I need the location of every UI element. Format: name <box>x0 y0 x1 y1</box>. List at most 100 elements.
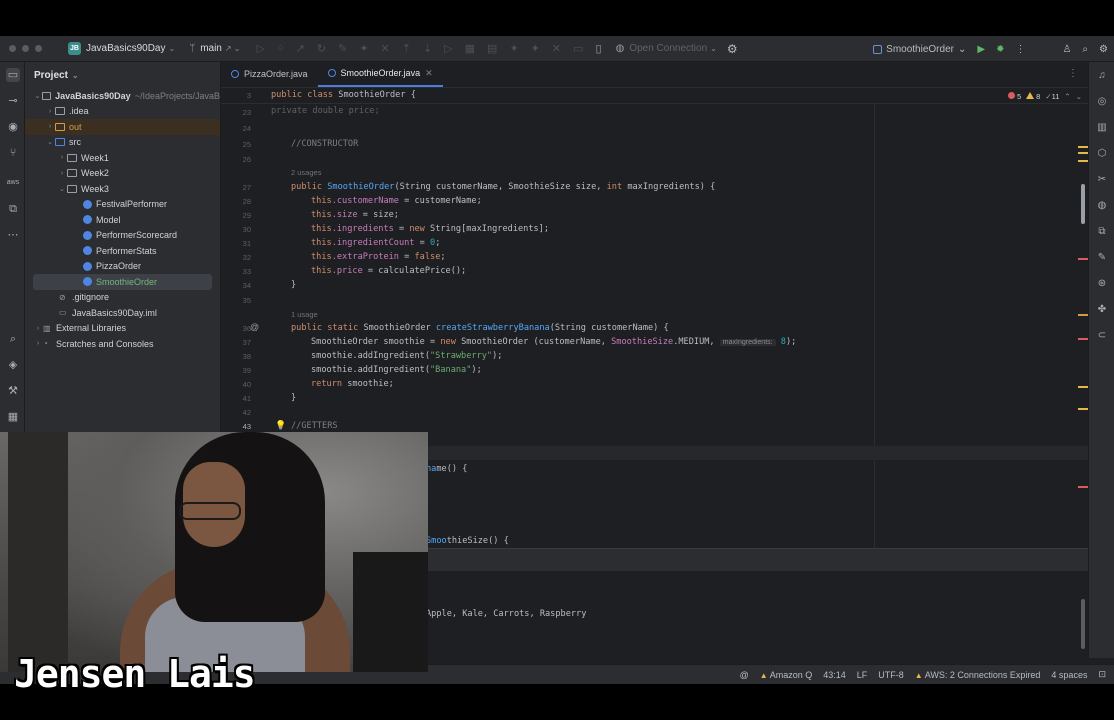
tree-item-selected[interactable]: SmoothieOrder <box>33 274 212 290</box>
folder-icon[interactable]: ▭ <box>6 68 20 82</box>
build-icon[interactable]: ✦ <box>359 42 368 55</box>
code-line[interactable]: smoothie.addIngredient("Banana"); <box>311 365 482 375</box>
code-line[interactable]: private double price; <box>271 106 380 116</box>
close-tab-icon[interactable]: ✕ <box>425 68 433 79</box>
branch-switcher[interactable]: main <box>200 43 222 54</box>
close-icon[interactable]: ✕ <box>381 42 390 55</box>
override-gutter-icon[interactable]: @ <box>250 322 259 332</box>
run-icon[interactable]: ▶ <box>977 44 985 55</box>
file-encoding[interactable]: UTF-8 <box>878 670 904 680</box>
lightbulb-icon[interactable]: 💡 <box>275 420 286 431</box>
update-icon[interactable]: ▷ <box>257 42 265 55</box>
error-marker[interactable] <box>1078 258 1088 260</box>
chevron-right-icon[interactable]: › <box>45 123 55 130</box>
code-line[interactable]: this.ingredientCount = 0; <box>311 238 440 248</box>
more-tabs-icon[interactable]: ⋮ <box>1068 68 1078 79</box>
connection-selector[interactable]: Open Connection <box>629 43 707 54</box>
error-marker[interactable] <box>1078 486 1088 488</box>
chevron-up-icon[interactable]: ⌃ <box>1064 92 1070 101</box>
chevron-right-icon[interactable]: › <box>57 170 67 177</box>
cursor-position[interactable]: 43:14 <box>823 670 846 680</box>
more-tools-icon[interactable]: ⋯ <box>6 228 20 242</box>
aws-icon[interactable]: aws <box>6 176 20 190</box>
tools-icon[interactable]: ✂ <box>1096 174 1108 186</box>
tree-item-root[interactable]: ⌄ JavaBasics90Day ~/IdeaProjects/JavaB <box>25 88 220 104</box>
structure-icon[interactable]: ⧉ <box>6 202 20 216</box>
gear-icon[interactable]: ⚙ <box>727 42 738 56</box>
chevron-down-icon[interactable]: ⌄ <box>1076 92 1082 101</box>
error-marker[interactable] <box>1078 338 1088 340</box>
tree-item-iml[interactable]: ▭ JavaBasics90Day.iml <box>25 305 220 321</box>
close-window-button[interactable] <box>9 45 16 52</box>
usage-hint[interactable]: 2 usages <box>291 168 321 177</box>
gradle-icon[interactable]: ⬡ <box>1096 148 1108 160</box>
layers-icon[interactable]: ◈ <box>6 358 20 372</box>
project-panel-header[interactable]: Project ⌄ <box>25 62 220 88</box>
layers-icon[interactable]: ▤ <box>487 42 497 55</box>
tab-pizza-order[interactable]: PizzaOrder.java <box>221 61 318 87</box>
chevron-down-icon[interactable]: ⌄ <box>33 92 42 100</box>
database-icon[interactable]: ▦ <box>6 410 20 424</box>
build-icon[interactable]: ⚒ <box>6 384 20 398</box>
tree-item-class[interactable]: PerformerStats <box>25 243 220 259</box>
warning-marker[interactable] <box>1078 152 1088 154</box>
code-line[interactable]: this.ingredients = new String[maxIngredi… <box>311 224 549 234</box>
warning-marker[interactable] <box>1078 314 1088 316</box>
warning-marker[interactable] <box>1078 408 1088 410</box>
lock-icon[interactable]: ⊡ <box>1098 669 1106 680</box>
code-line[interactable]: } <box>291 393 296 403</box>
tree-item-week1[interactable]: › Week1 <box>25 150 220 166</box>
code-line[interactable]: SmoothieOrder smoothie = new SmoothieOrd… <box>311 337 796 347</box>
browser-icon[interactable]: ◍ <box>1096 200 1108 212</box>
run-config-selector[interactable]: SmoothieOrder ⌄ <box>873 44 966 55</box>
copy-icon[interactable]: ⧉ <box>1096 226 1108 238</box>
chevron-right-icon[interactable]: › <box>57 154 67 161</box>
code-line[interactable]: public SmoothieOrder(String customerName… <box>291 182 715 192</box>
tree-item-idea[interactable]: › .idea <box>25 104 220 120</box>
code-fragment[interactable]: name() { <box>426 464 467 474</box>
tree-item-src[interactable]: ⌄ src <box>25 135 220 151</box>
chevron-down-icon[interactable]: ⌄ <box>57 185 67 193</box>
star-icon[interactable]: ✦ <box>531 42 540 55</box>
code-line[interactable]: //CONSTRUCTOR <box>291 139 358 149</box>
clipboard-icon[interactable]: ▯ <box>596 42 602 55</box>
tree-item-class[interactable]: FestivalPerformer <box>25 197 220 213</box>
chat-icon[interactable]: ⊂ <box>1096 330 1108 342</box>
download-icon[interactable]: ⇣ <box>423 42 432 55</box>
code-line[interactable]: this.extraProtein = false; <box>311 252 446 262</box>
tree-item-out[interactable]: › out <box>25 119 220 135</box>
close-icon[interactable]: ✕ <box>552 42 561 55</box>
upload-icon[interactable]: ⇡ <box>402 42 411 55</box>
aws-status[interactable]: ▲ AWS: 2 Connections Expired <box>915 670 1041 680</box>
code-line[interactable]: return smoothie; <box>311 379 394 389</box>
usage-hint[interactable]: 1 usage <box>291 310 318 319</box>
project-switcher[interactable]: JavaBasics90Day <box>86 43 165 54</box>
push-icon[interactable]: ↗ <box>296 42 305 55</box>
settings-icon[interactable]: ✦ <box>509 42 518 55</box>
tree-item-gitignore[interactable]: ⊘ .gitignore <box>25 290 220 306</box>
code-line[interactable]: public static SmoothieOrder createStrawb… <box>291 323 669 333</box>
code-line[interactable]: } <box>291 280 296 290</box>
line-separator[interactable]: LF <box>857 670 868 680</box>
code-line[interactable]: this.size = size; <box>311 210 399 220</box>
pull-requests-icon[interactable]: ⑂ <box>6 146 20 160</box>
database-icon[interactable]: ▥ <box>1096 122 1108 134</box>
code-line[interactable]: this.customerName = customerName; <box>311 196 482 206</box>
tree-item-class[interactable]: PizzaOrder <box>25 259 220 275</box>
panel-icon[interactable]: ▭ <box>573 42 583 55</box>
wrench-icon[interactable]: ✎ <box>338 42 347 55</box>
settings-gear-icon[interactable]: ⚙ <box>1099 44 1108 55</box>
play-icon[interactable]: ▷ <box>444 42 452 55</box>
at-icon[interactable]: @ <box>740 670 749 680</box>
tree-item-scratches[interactable]: › ◔ Scratches and Consoles <box>25 336 220 352</box>
tree-item-external-libraries[interactable]: › ▥ External Libraries <box>25 321 220 337</box>
tree-item-class[interactable]: PerformerScorecard <box>25 228 220 244</box>
more-icon[interactable]: ⋮ <box>1015 44 1025 55</box>
ai-assistant-icon[interactable]: ◎ <box>1096 96 1108 108</box>
warning-marker[interactable] <box>1078 386 1088 388</box>
indent-setting[interactable]: 4 spaces <box>1051 670 1087 680</box>
account-icon[interactable]: ♙ <box>1062 44 1071 55</box>
chevron-right-icon[interactable]: › <box>33 325 43 332</box>
scrollbar-thumb[interactable] <box>1081 184 1085 224</box>
search-icon[interactable]: ⌕ <box>6 332 20 346</box>
